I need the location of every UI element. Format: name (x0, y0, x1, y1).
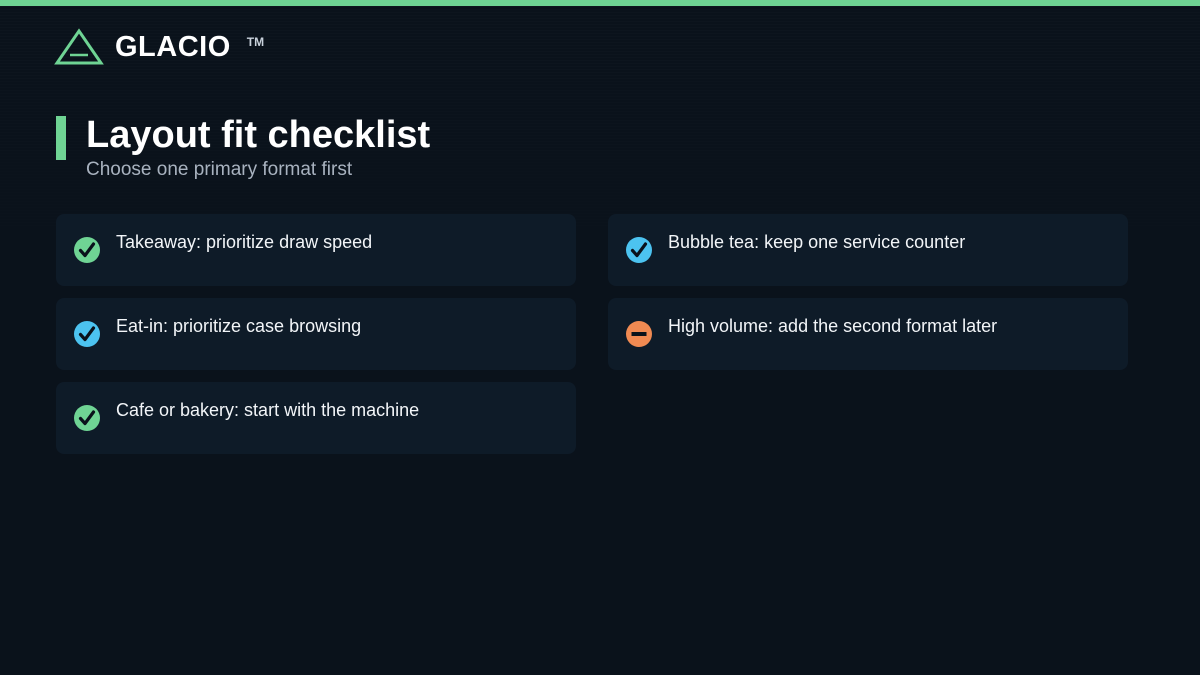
brand-name: GLACIO (115, 30, 231, 63)
triangle-logo-icon (54, 28, 104, 65)
checklist-item-eat-in: Eat-in: prioritize case browsing (56, 298, 576, 370)
brand-logo: GLACIO TM (54, 27, 264, 67)
checklist-item-high-volume: High volume: add the second format later (608, 298, 1128, 370)
checklist-item-label: Eat-in: prioritize case browsing (116, 316, 362, 336)
page-subtitle: Choose one primary format first (86, 159, 353, 180)
heading-accent-bar (56, 116, 66, 160)
check-circle-icon (74, 405, 100, 431)
checklist-item-cafe-bakery: Cafe or bakery: start with the machine (56, 382, 576, 454)
check-circle-icon (626, 237, 652, 263)
checklist-item-label: High volume: add the second format later (668, 316, 998, 336)
page-title: Layout fit checklist (86, 114, 431, 156)
checklist-item-takeaway: Takeaway: prioritize draw speed (56, 214, 576, 286)
minus-circle-icon (626, 321, 652, 347)
check-circle-icon (74, 321, 100, 347)
checklist-item-bubble-tea: Bubble tea: keep one service counter (608, 214, 1128, 286)
checklist-item-label: Cafe or bakery: start with the machine (116, 400, 420, 420)
checklist-item-label: Takeaway: prioritize draw speed (116, 232, 373, 252)
trademark-mark: TM (246, 35, 265, 49)
checklist-item-label: Bubble tea: keep one service counter (668, 232, 966, 252)
top-accent-bar (0, 0, 1200, 6)
check-circle-icon (74, 237, 100, 263)
